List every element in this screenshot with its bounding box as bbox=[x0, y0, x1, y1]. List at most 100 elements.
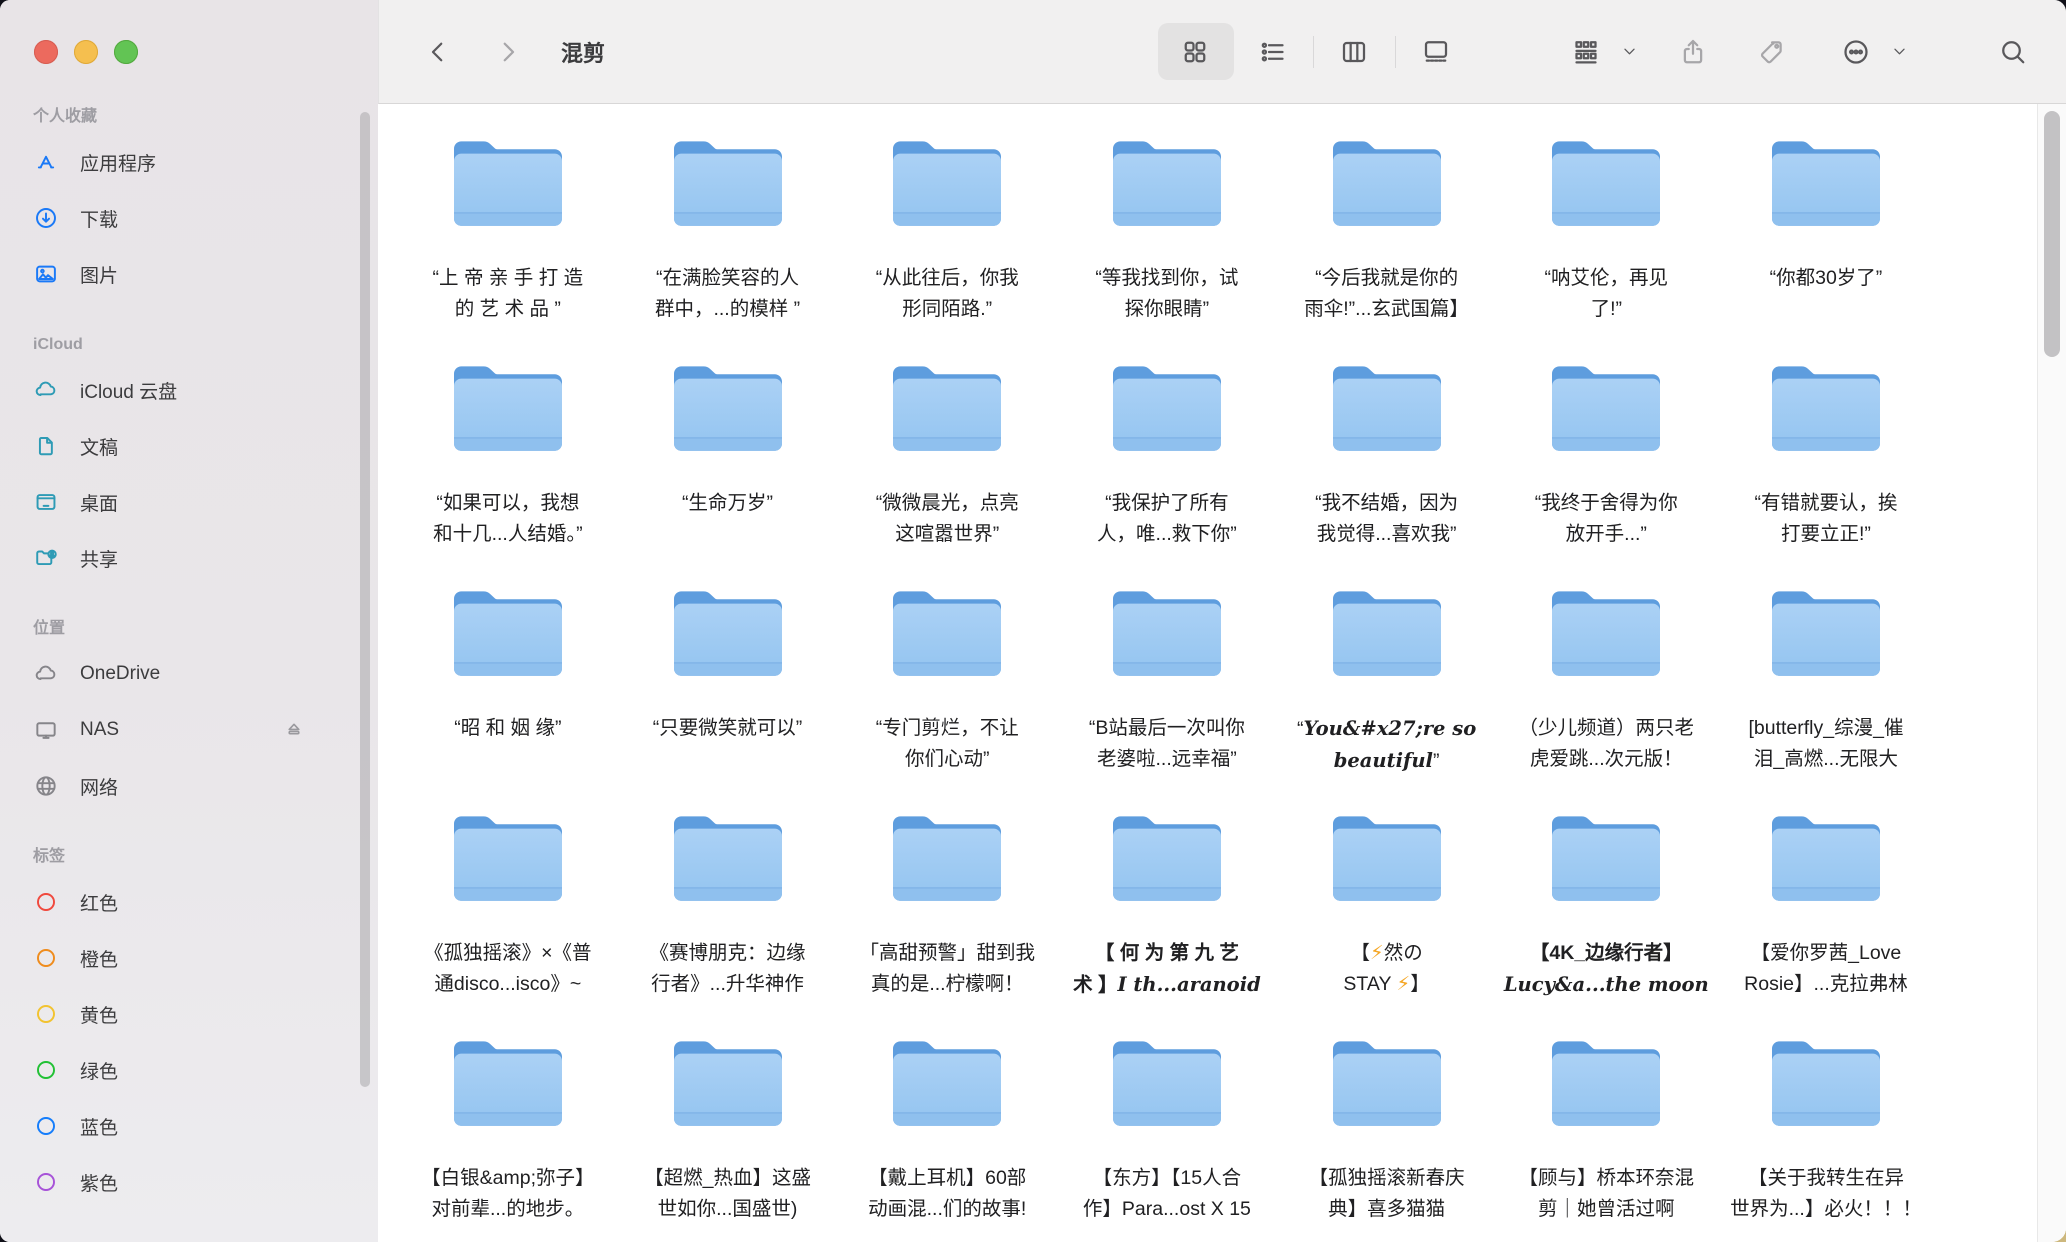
view-gallery-button[interactable] bbox=[1408, 0, 1464, 103]
sidebar-item-tag-purple[interactable]: 紫色 bbox=[33, 1154, 378, 1210]
folder-label: “我终于舍得为你 放开手...” bbox=[1535, 488, 1678, 550]
folder-item[interactable]: 【爱你罗茜_Love Rosie】...克拉弗林 bbox=[1716, 808, 1936, 1033]
folder-item[interactable]: 【戴上耳机】60部 动画混...们的故事! bbox=[837, 1033, 1057, 1242]
search-button[interactable] bbox=[1985, 0, 2041, 103]
sidebar-item-nas[interactable]: NAS bbox=[33, 702, 378, 758]
content-scrollbar-track[interactable] bbox=[2037, 104, 2066, 1242]
folder-label: 【白银&amp;弥子】 对前辈...的地步。 bbox=[421, 1163, 594, 1225]
folder-item[interactable]: 【超燃_热血】这盛 世如你...国盛世) bbox=[618, 1033, 838, 1242]
folder-icon bbox=[449, 1033, 567, 1130]
sidebar-item-label: 下载 bbox=[80, 205, 118, 232]
sidebar-item-desktop[interactable]: 桌面 bbox=[33, 474, 378, 530]
sidebar-section-header: 位置 bbox=[33, 612, 378, 646]
sidebar-item-tag-red[interactable]: 红色 bbox=[33, 874, 378, 930]
folder-item[interactable]: 「高甜预警」甜到我 真的是...柠檬啊！ bbox=[837, 808, 1057, 1033]
sidebar-item-pictures[interactable]: 图片 bbox=[33, 246, 378, 302]
folder-item[interactable]: “微微晨光，点亮 这喧嚣世界” bbox=[837, 358, 1057, 583]
sidebar-item-icloud-drive[interactable]: iCloud 云盘 bbox=[33, 362, 378, 418]
folder-item[interactable]: 【顾与】桥本环奈混 剪｜她曾活过啊 bbox=[1496, 1033, 1716, 1242]
close-button[interactable] bbox=[34, 40, 58, 64]
folder-label: “微微晨光，点亮 这喧嚣世界” bbox=[876, 488, 1019, 550]
sidebar-item-tag-yellow[interactable]: 黄色 bbox=[33, 986, 378, 1042]
folder-item[interactable]: “呐艾伦，再见 了!” bbox=[1496, 133, 1716, 358]
folder-item[interactable]: 【白银&amp;弥子】 对前辈...的地步。 bbox=[398, 1033, 618, 1242]
folder-item[interactable]: “专门剪烂，不让 你们心动” bbox=[837, 583, 1057, 808]
folder-item[interactable]: 【4K_边缘行者】 Lucy&a...the moon bbox=[1496, 808, 1716, 1033]
folder-label-segment: 【4K_边缘行者】 bbox=[1530, 942, 1683, 964]
folder-item[interactable]: “B站最后一次叫你 老婆啦...远幸福” bbox=[1057, 583, 1277, 808]
content-scrollbar-thumb[interactable] bbox=[2044, 111, 2060, 357]
folder-item[interactable]: “有错就要认，挨 打要立正!” bbox=[1716, 358, 1936, 583]
folder-item[interactable]: “你都30岁了” bbox=[1716, 133, 1936, 358]
sidebar-item-documents[interactable]: 文稿 bbox=[33, 418, 378, 474]
folder-icon bbox=[449, 583, 567, 680]
folder-label-segment: “昭 和 姻 缘” bbox=[454, 717, 561, 739]
folder-label-segment: 「高甜预警」甜到我 真的是...柠檬啊！ bbox=[859, 942, 1035, 995]
view-list-button[interactable] bbox=[1245, 0, 1301, 103]
folder-item[interactable]: 【关于我转生在异 世界为...】必火！！！ bbox=[1716, 1033, 1936, 1242]
folder-item[interactable]: [butterfly_综漫_催 泪_高燃...无限大 bbox=[1716, 583, 1936, 808]
folder-item[interactable]: 【东方】【15人合 作】Para...ost X 15 bbox=[1057, 1033, 1277, 1242]
tag-button[interactable] bbox=[1743, 0, 1799, 103]
folder-icon bbox=[1108, 133, 1226, 230]
more-chevron-down-icon[interactable] bbox=[1885, 0, 1913, 103]
forward-button[interactable] bbox=[480, 0, 536, 103]
folder-item[interactable]: 【 何 为 第 九 艺 术 】I th...aranoid bbox=[1057, 808, 1277, 1033]
group-chevron-down-icon[interactable] bbox=[1615, 0, 1643, 103]
sidebar-item-tag-blue[interactable]: 蓝色 bbox=[33, 1098, 378, 1154]
screenshot-stage: 个人收藏 应用程序 下载 图片 iCloud iCloud 云盘 文稿 桌面 共… bbox=[0, 0, 2066, 1242]
folder-label-segment: 【孤独摇滚新春庆 典】喜多猫猫 bbox=[1309, 1167, 1465, 1220]
toolbar-separator bbox=[1313, 36, 1314, 68]
folder-item[interactable]: “等我找到你，试 探你眼睛” bbox=[1057, 133, 1277, 358]
folder-icon bbox=[449, 358, 567, 455]
folder-item[interactable]: 【孤独摇滚新春庆 典】喜多猫猫 bbox=[1277, 1033, 1497, 1242]
folder-item[interactable]: 【⚡然の STAY ⚡】 bbox=[1277, 808, 1497, 1033]
sidebar-item-tag-green[interactable]: 绿色 bbox=[33, 1042, 378, 1098]
sidebar-item-onedrive[interactable]: OneDrive bbox=[33, 646, 378, 702]
folder-label-segment: 【白银&amp;弥子】 对前辈...的地步。 bbox=[421, 1167, 594, 1220]
folder-item[interactable]: “今后我就是你的 雨伞!”...玄武国篇】 bbox=[1277, 133, 1497, 358]
sidebar-section-items: OneDrive NAS 网络 bbox=[33, 646, 378, 814]
sidebar-scrollbar[interactable] bbox=[360, 112, 370, 1087]
minimize-button[interactable] bbox=[74, 40, 98, 64]
back-button[interactable] bbox=[410, 0, 466, 103]
sidebar-section-items: 应用程序 下载 图片 bbox=[33, 134, 378, 302]
sidebar-item-label: 绿色 bbox=[80, 1057, 118, 1084]
folder-item[interactable]: “You&#x27;re so beautiful” bbox=[1277, 583, 1497, 808]
view-columns-button[interactable] bbox=[1326, 0, 1382, 103]
folder-label: “我不结婚，因为 我觉得...喜欢我” bbox=[1315, 488, 1458, 550]
zoom-button[interactable] bbox=[114, 40, 138, 64]
folder-item[interactable]: “我终于舍得为你 放开手...” bbox=[1496, 358, 1716, 583]
folder-label: [butterfly_综漫_催 泪_高燃...无限大 bbox=[1748, 713, 1903, 775]
folder-icon bbox=[1547, 358, 1665, 455]
folder-item[interactable]: （少儿频道）两只老 虎爱跳...次元版！ bbox=[1496, 583, 1716, 808]
cloud-icon bbox=[33, 661, 59, 687]
folder-item[interactable]: “我不结婚，因为 我觉得...喜欢我” bbox=[1277, 358, 1497, 583]
folder-icon bbox=[1547, 583, 1665, 680]
sidebar-item-label: 紫色 bbox=[80, 1169, 118, 1196]
sidebar-item-applications[interactable]: 应用程序 bbox=[33, 134, 378, 190]
folder-item[interactable]: “只要微笑就可以” bbox=[618, 583, 838, 808]
more-actions-button[interactable] bbox=[1828, 0, 1884, 103]
folder-label-segment: （少儿频道）两只老 虎爱跳...次元版！ bbox=[1519, 717, 1695, 770]
sidebar-item-shared[interactable]: 共享 bbox=[33, 530, 378, 586]
sidebar-item-downloads[interactable]: 下载 bbox=[33, 190, 378, 246]
folder-item[interactable]: “我保护了所有 人，唯...救下你” bbox=[1057, 358, 1277, 583]
folder-item[interactable]: 《赛博朋克：边缘 行者》...升华神作 bbox=[618, 808, 838, 1033]
sidebar-item-tag-orange[interactable]: 橙色 bbox=[33, 930, 378, 986]
folder-item[interactable]: “从此往后，你我 形同陌路.” bbox=[837, 133, 1057, 358]
shared-icon bbox=[33, 545, 59, 571]
view-icons-button[interactable] bbox=[1167, 0, 1223, 103]
folder-item[interactable]: “生命万岁” bbox=[618, 358, 838, 583]
share-button[interactable] bbox=[1665, 0, 1721, 103]
sidebar-item-label: 文稿 bbox=[80, 433, 118, 460]
folder-item[interactable]: 《孤独摇滚》×《普 通disco...isco》~ bbox=[398, 808, 618, 1033]
folder-item[interactable]: “如果可以，我想 和十几...人结婚。” bbox=[398, 358, 618, 583]
folder-item[interactable]: “上 帝 亲 手 打 造 的 艺 术 品 ” bbox=[398, 133, 618, 358]
folder-item[interactable]: “在满脸笑容的人 群中，...的模样 ” bbox=[618, 133, 838, 358]
group-button[interactable] bbox=[1558, 0, 1614, 103]
folder-label: （少儿频道）两只老 虎爱跳...次元版！ bbox=[1519, 713, 1695, 775]
folder-item[interactable]: “昭 和 姻 缘” bbox=[398, 583, 618, 808]
sidebar-item-network[interactable]: 网络 bbox=[33, 758, 378, 814]
eject-icon[interactable] bbox=[283, 719, 305, 741]
